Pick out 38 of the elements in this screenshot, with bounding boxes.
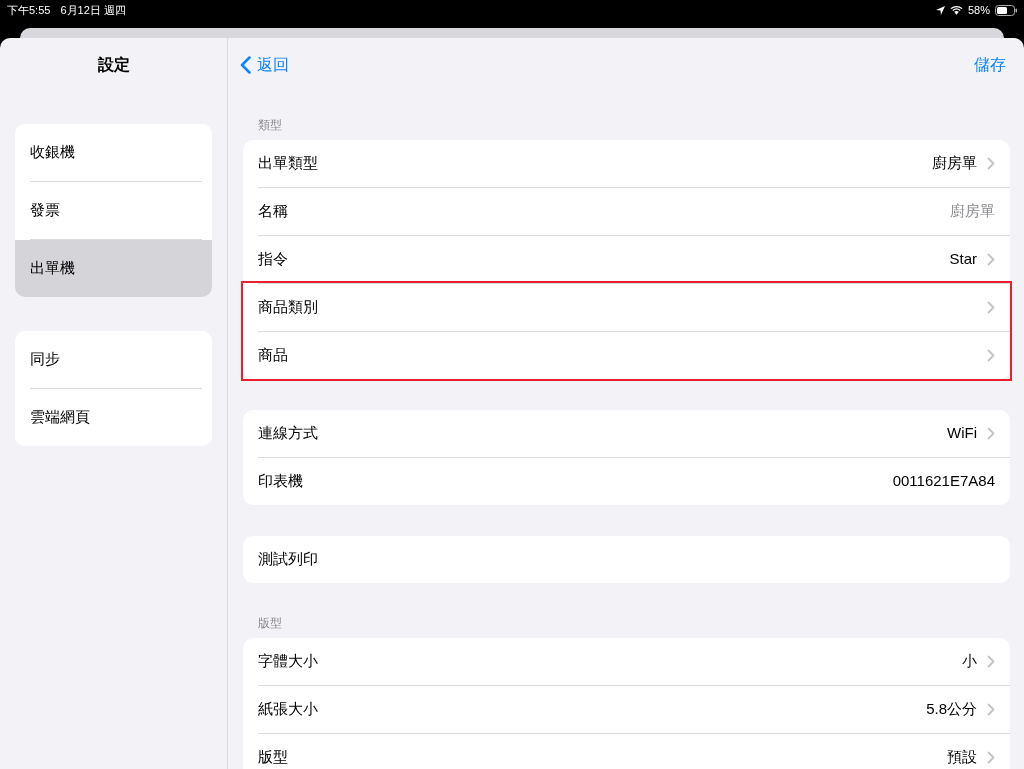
row-value: 5.8公分 xyxy=(926,699,977,720)
wifi-icon xyxy=(949,5,963,15)
settings-row[interactable]: 商品 xyxy=(258,344,977,367)
row-value: 廚房單 xyxy=(932,153,977,174)
back-chevron-icon xyxy=(240,56,251,74)
name-field[interactable]: 廚房單 xyxy=(695,200,995,223)
chevron-right-icon xyxy=(987,655,995,668)
settings-row[interactable]: 字體大小 xyxy=(258,650,952,673)
settings-row[interactable]: 版型 xyxy=(258,746,937,769)
row-value: 預設 xyxy=(947,747,977,768)
settings-row[interactable]: 商品類別 xyxy=(258,296,977,319)
chevron-right-icon xyxy=(987,253,995,266)
settings-row-text: 印表機 xyxy=(258,471,304,492)
sidebar-title: 設定 xyxy=(97,55,130,75)
row-value: 小 xyxy=(962,651,977,672)
chevron-right-icon xyxy=(987,349,995,362)
sidebar-item[interactable]: 出單機 xyxy=(15,240,212,297)
field-label: 名稱 xyxy=(258,201,289,222)
battery-percent: 58% xyxy=(967,2,990,18)
row-value: WiFi xyxy=(947,423,977,444)
settings-row[interactable]: 指令 xyxy=(258,248,940,271)
settings-row[interactable]: 紙張大小 xyxy=(258,698,917,721)
settings-row[interactable]: 測試列印 xyxy=(258,548,995,571)
section-header: 版型 xyxy=(257,615,283,632)
status-time: 下午5:55 xyxy=(7,2,51,18)
row-value: Star xyxy=(949,249,977,270)
chevron-right-icon xyxy=(987,157,995,170)
row-value: 0011621E7A84 xyxy=(892,471,995,492)
chevron-right-icon xyxy=(987,703,995,716)
chevron-right-icon xyxy=(987,751,995,764)
chevron-right-icon xyxy=(987,301,995,314)
settings-row[interactable]: 連線方式 xyxy=(258,422,937,445)
chevron-right-icon xyxy=(987,427,995,440)
location-arrow-icon xyxy=(935,5,945,15)
section-header: 類型 xyxy=(257,117,283,134)
settings-row[interactable]: 出單類型 xyxy=(258,152,922,175)
battery-icon xyxy=(995,4,1017,16)
status-date: 6月12日 週四 xyxy=(60,2,126,18)
